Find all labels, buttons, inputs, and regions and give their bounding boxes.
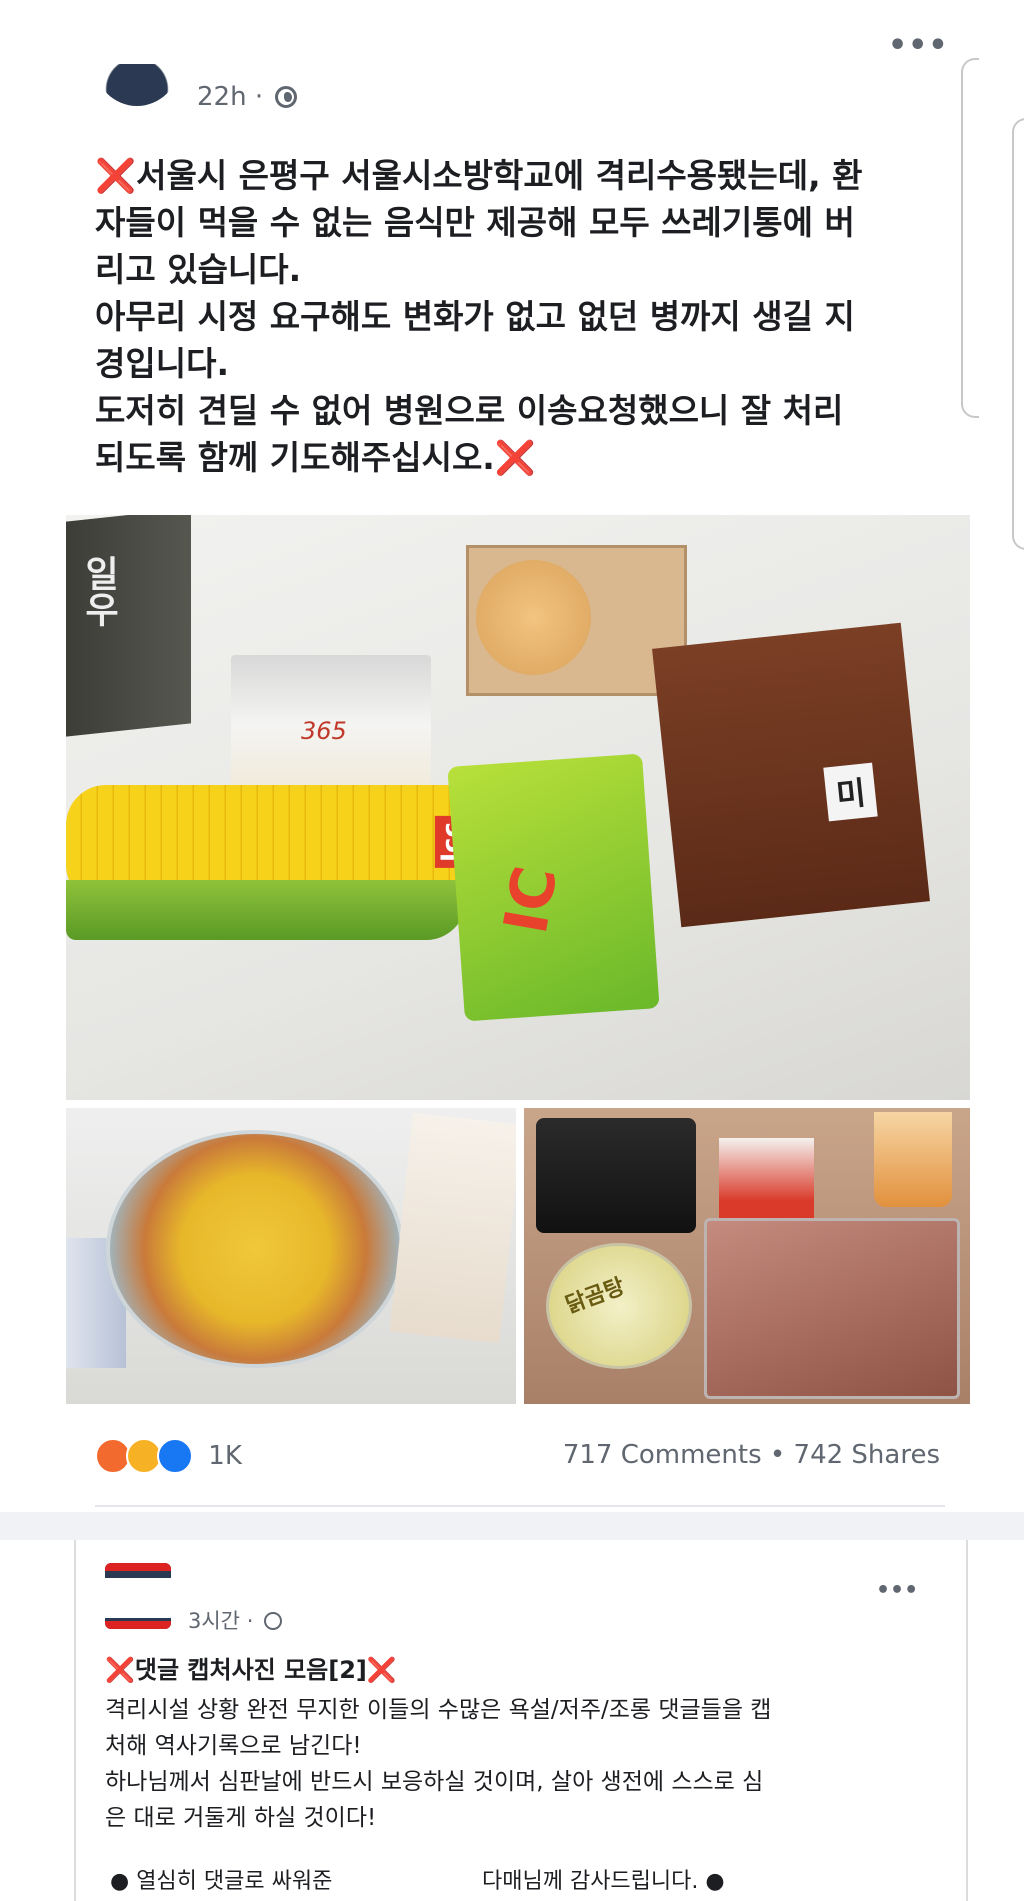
stats-separator: • [769, 1440, 786, 1470]
comment-post-time[interactable]: 3시간 [188, 1609, 240, 1633]
bread-bag [652, 622, 930, 928]
post-text-line: 자들이 먹을 수 없는 음식만 제공해 모두 쓰레기통에 버 [95, 203, 855, 242]
more-options-icon[interactable]: ••• [876, 1578, 918, 1603]
comment-count[interactable]: 717 Comments [563, 1440, 762, 1470]
facebook-post: 22h · ••• ❌서울시 은평구 서울시소방학교에 격리수용됐는데, 환 자… [0, 0, 1024, 1520]
food-photo-main[interactable]: 일우 365 미 lcc IC [66, 515, 970, 1100]
red-x-icon: ❌ [366, 1656, 397, 1684]
sandwich-pack [389, 1112, 516, 1344]
feed-gap [0, 1512, 1024, 1540]
black-container [536, 1118, 696, 1233]
comment-body-line: 처해 역사기록으로 남긴다! [105, 1733, 362, 1759]
post-text-line: 서울시 은평구 서울시소방학교에 격리수용됐는데, 환 [136, 156, 863, 195]
meta-separator: · [246, 1609, 254, 1633]
meat-tray [704, 1218, 960, 1399]
post-text-line: 도저히 견딜 수 없어 병원으로 이송요청했으니 잘 처리 [95, 391, 844, 430]
share-count[interactable]: 742 Shares [794, 1440, 940, 1470]
comment-body-line: 은 대로 거둘게 하실 것이다! [105, 1805, 377, 1831]
food-photo-lunchbox[interactable] [66, 1108, 516, 1404]
post-time[interactable]: 22h [197, 82, 247, 112]
red-x-icon: ❌ [494, 438, 536, 477]
red-x-icon: ❌ [95, 156, 137, 195]
comment-post-body: 격리시설 상황 완전 무지한 이들의 수많은 욕설/저주/조롱 댓글들을 캡 처… [105, 1692, 935, 1836]
lunch-bowl [106, 1130, 404, 1368]
post-body-text: ❌서울시 은평구 서울시소방학교에 격리수용됐는데, 환 자들이 먹을 수 없는… [95, 152, 945, 481]
side-panel-tab[interactable] [1012, 118, 1024, 550]
footer-left-text: ● 열심히 댓글로 싸워준 [110, 1869, 333, 1894]
comment-post-footer: ● 열심히 댓글로 싸워준 다매님께 감사드립니다. ● [110, 1863, 910, 1901]
comment-author-redaction [105, 1578, 197, 1618]
red-x-icon: ❌ [105, 1656, 135, 1684]
green-package-label: IC [490, 861, 572, 939]
post-text-line: 아무리 시정 요구해도 변화가 없고 없던 병까지 생길 지 [95, 297, 855, 336]
post-text-line: 되도록 함께 기도해주십시오. [95, 438, 495, 477]
like-reaction-icon [157, 1438, 194, 1474]
globe-icon [275, 86, 298, 108]
comment-post-title: ❌댓글 캡처사진 모음[2]❌ [105, 1650, 397, 1685]
snack-bag-label: 365 [301, 717, 347, 745]
comment-body-line: 격리시설 상황 완전 무지한 이들의 수많은 욕설/저주/조롱 댓글들을 캡 [105, 1697, 772, 1723]
food-photo-tray[interactable]: 닭곰탕 [524, 1108, 970, 1404]
comment-post-meta: 3시간 · [188, 1605, 283, 1635]
reaction-summary[interactable]: 1K [95, 1438, 242, 1476]
reaction-count: 1K [208, 1441, 242, 1471]
bread-bag-label: 미 [823, 762, 879, 822]
divider [95, 1505, 945, 1507]
juice-cup [874, 1112, 952, 1207]
post-text-line: 경입니다. [95, 344, 229, 383]
post-text-line: 리고 있습니다. [95, 250, 302, 289]
kimchi-pack [719, 1138, 814, 1228]
cookie [476, 560, 591, 675]
post-stats: 717 Comments • 742 Shares [540, 1440, 940, 1470]
corn-husk [66, 880, 466, 940]
meta-separator: · [254, 82, 264, 112]
author-name-redaction [92, 18, 302, 64]
globe-icon [264, 1612, 283, 1630]
more-options-icon[interactable]: ••• [888, 28, 949, 63]
comment-body-line: 하나님께서 심판날에 반드시 보응하실 것이며, 살아 생전에 스스로 심 [105, 1769, 764, 1795]
post-meta: 22h · [197, 82, 298, 112]
scrollbar-left-edge [961, 58, 979, 418]
footer-right-text: 다매님께 감사드립니다. ● [482, 1869, 725, 1894]
comment-post-title-text: 댓글 캡처사진 모음[2] [134, 1656, 367, 1684]
milk-carton-label: 일우 [78, 555, 119, 627]
